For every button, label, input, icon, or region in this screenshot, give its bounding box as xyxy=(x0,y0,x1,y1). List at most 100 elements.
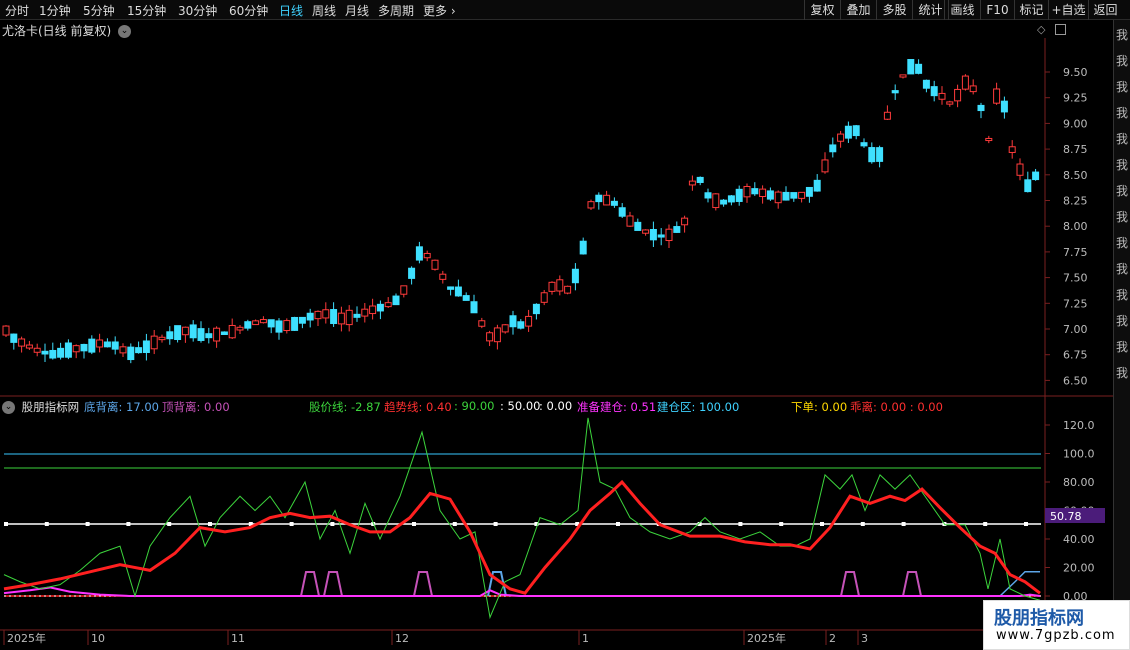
candle-down xyxy=(10,333,18,343)
candle-down xyxy=(189,324,197,339)
candle-down xyxy=(610,200,618,206)
candle-down xyxy=(1032,171,1040,181)
price-line xyxy=(3,417,1041,620)
candle-down xyxy=(751,188,759,195)
candle-up xyxy=(774,191,782,204)
candle-up xyxy=(899,74,907,78)
side-strip-char: 我 xyxy=(1116,236,1129,250)
candle-up xyxy=(236,326,244,331)
candle-down xyxy=(673,226,681,233)
candle-down xyxy=(876,147,884,162)
divergence-hump xyxy=(413,571,433,597)
candle-down xyxy=(64,342,72,358)
candle-up xyxy=(252,320,260,326)
candle-up xyxy=(642,229,650,234)
chart-canvas[interactable]: 9.50 9.25 9.00 8.75 8.50 8.25 8.00 7.75 7.50 7.25… xyxy=(0,0,1113,650)
candle-down xyxy=(197,328,205,341)
candle-up xyxy=(259,319,267,324)
candle-up xyxy=(743,185,751,198)
candle-down xyxy=(735,188,743,202)
candle-up xyxy=(821,159,829,173)
candle-up xyxy=(548,281,556,292)
candle-down xyxy=(298,316,306,324)
date-label: 2025年 xyxy=(7,631,46,645)
price-tick-label: 7.00 xyxy=(1063,323,1088,336)
candle-up xyxy=(361,308,369,317)
line-50-marker xyxy=(44,522,49,526)
candle-down xyxy=(813,179,821,192)
candle-up xyxy=(439,273,447,280)
candle-up xyxy=(564,285,572,294)
price-tick-label: 9.00 xyxy=(1063,117,1088,130)
candle-down xyxy=(306,312,314,321)
candle-down xyxy=(142,340,150,353)
candle-down xyxy=(205,333,213,339)
indicator-tick-label: 40.00 xyxy=(1063,533,1095,546)
side-strip-char: 我 xyxy=(1116,184,1129,198)
candle-down xyxy=(80,343,88,352)
legend-prepare: 准备建仓: 0.51 xyxy=(577,400,657,414)
price-tick-label: 8.00 xyxy=(1063,220,1088,233)
legend-build-zone: 建仓区: 100.00 xyxy=(657,400,740,414)
trend-line xyxy=(3,479,1041,595)
line-50-marker xyxy=(208,522,212,526)
candle-up xyxy=(228,324,236,339)
chevron-down-icon[interactable]: ⌄ xyxy=(2,401,15,414)
side-strip-char: 我 xyxy=(1116,158,1129,172)
date-label: 3 xyxy=(861,632,868,645)
candle-down xyxy=(509,315,517,328)
side-strip-char: 我 xyxy=(1116,80,1129,94)
line-50-marker xyxy=(616,522,620,526)
candle-down xyxy=(166,331,174,340)
side-strip-char: 我 xyxy=(1116,54,1129,68)
candle-down xyxy=(330,309,338,325)
candlestick-series xyxy=(2,59,1040,364)
candle-down xyxy=(1000,100,1008,113)
date-label: 11 xyxy=(231,632,245,645)
watermark: 股朋指标网 www.7gpzb.com xyxy=(983,600,1130,650)
divergence-hump xyxy=(840,571,860,597)
candle-down xyxy=(135,347,143,354)
candle-down xyxy=(275,320,283,333)
candle-down xyxy=(174,325,182,341)
divergence-hump xyxy=(300,571,320,597)
candle-up xyxy=(33,347,41,353)
candle-up xyxy=(798,191,806,199)
candle-up xyxy=(587,201,595,209)
candle-down xyxy=(852,125,860,137)
line-50-marker xyxy=(4,522,8,526)
candle-down xyxy=(1024,179,1032,193)
price-tick-label: 8.75 xyxy=(1063,143,1088,156)
candle-down xyxy=(392,295,400,306)
candle-up xyxy=(1008,146,1016,153)
indicator-tick-label: 20.00 xyxy=(1063,562,1095,575)
candle-up xyxy=(18,338,26,347)
candle-up xyxy=(883,111,891,120)
line-50-marker xyxy=(779,522,784,526)
candle-down xyxy=(49,349,57,359)
candle-down xyxy=(860,142,868,147)
price-tick-label: 7.50 xyxy=(1063,272,1088,285)
candle-up xyxy=(665,228,673,242)
candle-down xyxy=(634,221,642,231)
candle-up xyxy=(946,101,954,105)
line-50-marker xyxy=(330,522,335,526)
watermark-title: 股朋指标网 xyxy=(994,608,1084,629)
side-strip-char: 我 xyxy=(1116,314,1129,328)
price-tick-label: 6.75 xyxy=(1063,349,1088,362)
indicator-name: 股朋指标网 xyxy=(21,400,80,414)
price-tick-label: 8.25 xyxy=(1063,195,1088,208)
candle-up xyxy=(525,315,533,327)
divergence-hump xyxy=(902,571,922,597)
legend-0: : 0.00 xyxy=(539,399,573,413)
line-50-marker xyxy=(452,522,457,526)
price-tick-label: 7.25 xyxy=(1063,297,1088,310)
candle-down xyxy=(766,190,774,200)
side-info-strip[interactable]: 我我我我我我我我我我我我我我 xyxy=(1113,20,1130,650)
candle-up xyxy=(181,326,189,336)
candle-down xyxy=(244,321,252,329)
candle-down xyxy=(915,63,923,74)
legend-price-line: 股价线: -2.87 xyxy=(309,400,381,414)
side-strip-char: 我 xyxy=(1116,366,1129,380)
candle-down xyxy=(930,86,938,97)
